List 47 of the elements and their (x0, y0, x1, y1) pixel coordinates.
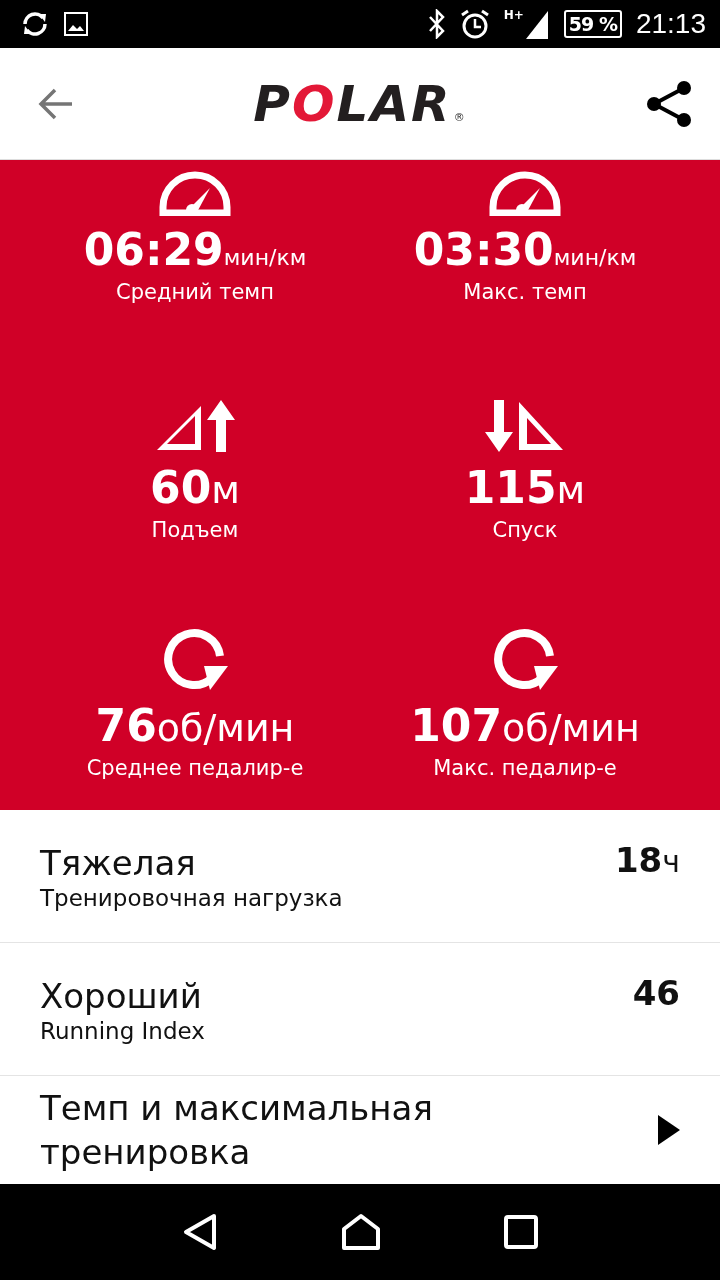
stat-unit: об/мин (156, 706, 295, 750)
row-unit: ч (662, 844, 680, 879)
stat-label: Макс. темп (463, 280, 587, 304)
row-value: 18 (614, 840, 663, 880)
stat-value: 03:30 (413, 224, 554, 276)
speedometer-icon (488, 170, 562, 216)
back-arrow-icon[interactable] (38, 87, 74, 120)
share-icon[interactable] (644, 78, 694, 129)
alarm-icon (459, 9, 490, 39)
stat-label: Среднее педалир-е (86, 756, 304, 780)
home-icon[interactable] (341, 1213, 381, 1251)
row-value: 46 (632, 973, 680, 1013)
stat-label: Подъем (151, 518, 239, 542)
image-icon (64, 12, 88, 36)
chevron-right-icon (658, 1114, 680, 1145)
row-title: Хороший (40, 975, 203, 1018)
row-subtitle: Running Index (40, 1018, 206, 1044)
stat-value: 115 (464, 462, 557, 514)
signal-icon (523, 9, 550, 39)
row-subtitle: Тренировочная нагрузка (40, 885, 344, 911)
circular-arrow-icon (162, 626, 228, 692)
network-type: H+ (503, 9, 524, 21)
back-icon[interactable] (181, 1213, 218, 1251)
clock: 21:13 (635, 8, 706, 40)
stat-unit: об/мин (502, 706, 640, 750)
stat-unit: мин/км (223, 245, 307, 270)
stat-value: 06:29 (83, 224, 224, 276)
list-item[interactable]: Темп и максимальная тренировка (0, 1076, 720, 1183)
stat-value: 76 (95, 700, 157, 752)
sync-icon (20, 11, 50, 37)
circular-arrow-icon (492, 626, 558, 692)
stat-value: 107 (410, 700, 503, 752)
stat-unit: м (556, 468, 586, 512)
registered-mark: ® (453, 110, 465, 124)
stat-label: Спуск (492, 518, 558, 542)
row-title: Тяжелая (40, 842, 197, 885)
polar-logo: POLAR (253, 77, 452, 130)
stat-label: Средний темп (116, 280, 274, 304)
stat-value: 60 (150, 462, 212, 514)
stat-unit: м (211, 468, 240, 512)
recents-icon[interactable] (504, 1215, 539, 1249)
stat-unit: мин/км (553, 245, 637, 270)
stat-label: Макс. педалир-е (433, 756, 617, 780)
row-title: Темп и максимальная тренировка (40, 1086, 434, 1174)
speedometer-icon (158, 170, 232, 216)
battery-indicator: 59 % (563, 10, 622, 38)
bluetooth-icon (427, 9, 446, 39)
